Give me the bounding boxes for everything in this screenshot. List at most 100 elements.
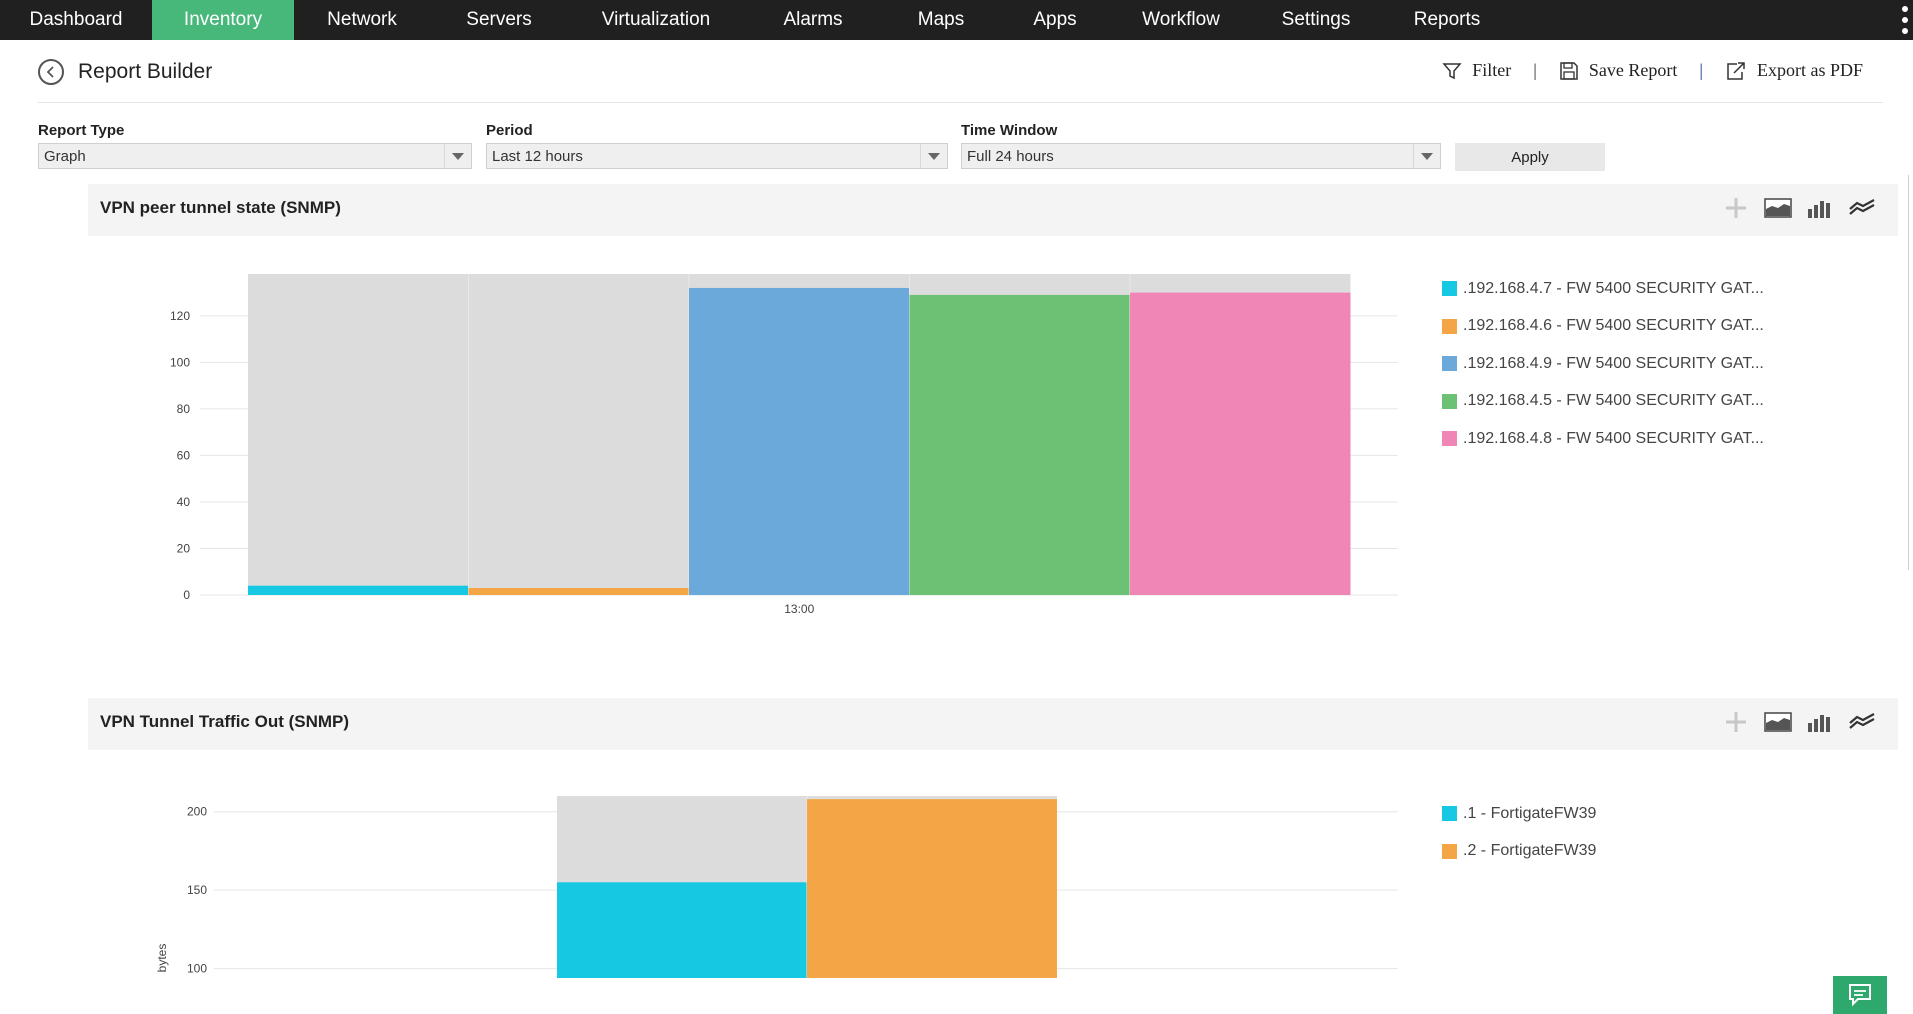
separator: |: [1699, 60, 1703, 80]
filter-button[interactable]: Filter: [1442, 60, 1511, 81]
chevron-down-icon: [920, 144, 947, 168]
header-actions: Filter | Save Report | Export as PDF: [1442, 60, 1863, 81]
chevron-left-icon: [46, 66, 54, 78]
chat-icon: [1849, 984, 1871, 1007]
filter-icon: [1442, 62, 1462, 79]
y-tick-label: 200: [187, 805, 207, 819]
bar-background: [468, 274, 689, 595]
y-tick-label: 100: [170, 355, 190, 369]
export-pdf-button[interactable]: Export as PDF: [1725, 60, 1863, 81]
save-report-label: Save Report: [1588, 60, 1678, 80]
period-value: Last 12 hours: [492, 147, 583, 165]
legend-label: .2 - FortigateFW39: [1463, 842, 1597, 860]
legend-swatch: [1442, 431, 1457, 447]
legend-swatch: [1442, 356, 1457, 372]
legend-item[interactable]: .192.168.4.8 - FW 5400 SECURITY GAT...: [1442, 420, 1764, 458]
report-type-select[interactable]: Graph: [38, 143, 472, 169]
y-tick-label: 80: [177, 402, 191, 416]
x-tick-label: 13:00: [784, 602, 814, 616]
legend-swatch: [1442, 843, 1457, 859]
time-window-label: Time Window: [961, 122, 1058, 139]
more-menu-icon[interactable]: [1901, 6, 1909, 34]
area-chart-icon[interactable]: [1764, 196, 1792, 220]
bar[interactable]: [807, 799, 1057, 978]
chevron-down-icon: [1413, 144, 1440, 168]
nav-item-network[interactable]: Network: [294, 0, 430, 40]
nav-item-servers[interactable]: Servers: [430, 0, 568, 40]
vpn-peer-tunnel-chart: 0 20 40 60 80 100 120 13:00: [170, 274, 1398, 616]
report-type-value: Graph: [44, 147, 86, 165]
add-icon[interactable]: [1722, 710, 1750, 734]
bar[interactable]: [689, 287, 910, 595]
nav-item-inventory[interactable]: Inventory: [152, 0, 294, 40]
area-chart-icon[interactable]: [1764, 710, 1792, 734]
chart-tools: [1722, 710, 1876, 734]
chart-legend: .1 - FortigateFW39 .2 - FortigateFW39: [1442, 795, 1596, 870]
scrollbar[interactable]: [1908, 175, 1909, 570]
legend-item[interactable]: .192.168.4.9 - FW 5400 SECURITY GAT...: [1442, 345, 1764, 383]
apply-button[interactable]: Apply: [1455, 143, 1605, 171]
chart-title: VPN peer tunnel state (SNMP): [100, 198, 341, 217]
legend-label: .192.168.4.7 - FW 5400 SECURITY GAT...: [1463, 279, 1764, 297]
nav-item-maps[interactable]: Maps: [882, 0, 1000, 40]
legend-label: .192.168.4.8 - FW 5400 SECURITY GAT...: [1463, 429, 1764, 447]
time-window-value: Full 24 hours: [967, 147, 1054, 165]
legend-item[interactable]: .192.168.4.6 - FW 5400 SECURITY GAT...: [1442, 308, 1764, 346]
export-pdf-label: Export as PDF: [1756, 60, 1863, 80]
legend-item[interactable]: .192.168.4.7 - FW 5400 SECURITY GAT...: [1442, 270, 1764, 308]
legend-swatch: [1442, 806, 1457, 822]
nav-item-reports[interactable]: Reports: [1380, 0, 1514, 40]
y-tick-label: 20: [177, 541, 191, 555]
nav-item-dashboard[interactable]: Dashboard: [0, 0, 152, 40]
legend-swatch: [1442, 318, 1457, 334]
nav-item-settings[interactable]: Settings: [1252, 0, 1380, 40]
legend-item[interactable]: .1 - FortigateFW39: [1442, 795, 1596, 833]
nav-item-alarms[interactable]: Alarms: [744, 0, 882, 40]
y-tick-label: 0: [183, 588, 190, 602]
y-tick-label: 150: [187, 883, 207, 897]
y-tick-label: 120: [170, 309, 190, 323]
filter-label: Filter: [1472, 60, 1512, 80]
legend-item[interactable]: .2 - FortigateFW39: [1442, 833, 1596, 871]
bar[interactable]: [1130, 292, 1351, 595]
legend-label: .192.168.4.6 - FW 5400 SECURITY GAT...: [1463, 317, 1764, 335]
legend-swatch: [1442, 281, 1457, 297]
vpn-traffic-out-chart: 100 150 200 bytes: [155, 796, 1398, 978]
nav-item-apps[interactable]: Apps: [1000, 0, 1110, 40]
bar-chart-icon[interactable]: [1806, 710, 1834, 734]
chart-title: VPN Tunnel Traffic Out (SNMP): [100, 712, 350, 731]
report-header: Report Builder Filter | Save Report | Ex…: [38, 48, 1883, 103]
add-icon[interactable]: [1722, 196, 1750, 220]
nav-item-virtualization[interactable]: Virtualization: [568, 0, 744, 40]
export-icon: [1727, 61, 1745, 80]
chart-panel-header: VPN peer tunnel state (SNMP): [88, 184, 1898, 236]
top-navigation: Dashboard Inventory Network Servers Virtuali…: [0, 0, 1913, 40]
legend-label: .192.168.4.9 - FW 5400 SECURITY GAT...: [1463, 354, 1764, 372]
chat-button[interactable]: [1833, 976, 1887, 1014]
save-report-button[interactable]: Save Report: [1559, 60, 1677, 81]
chart-legend: .192.168.4.7 - FW 5400 SECURITY GAT... .1…: [1442, 270, 1764, 458]
y-axis-label: bytes: [155, 944, 169, 973]
legend-label: .1 - FortigateFW39: [1463, 804, 1597, 822]
back-button[interactable]: [38, 59, 64, 85]
legend-item[interactable]: .192.168.4.5 - FW 5400 SECURITY GAT...: [1442, 383, 1764, 421]
legend-swatch: [1442, 393, 1457, 409]
bar[interactable]: [468, 588, 690, 595]
time-window-select[interactable]: Full 24 hours: [961, 143, 1441, 169]
chevron-down-icon: [444, 144, 471, 168]
line-chart-icon[interactable]: [1848, 710, 1876, 734]
nav-item-workflow[interactable]: Workflow: [1110, 0, 1252, 40]
separator: |: [1533, 60, 1537, 80]
bar[interactable]: [909, 294, 1131, 595]
bar[interactable]: [248, 585, 469, 595]
bar-chart-icon[interactable]: [1806, 196, 1834, 220]
period-label: Period: [486, 122, 533, 139]
line-chart-icon[interactable]: [1848, 196, 1876, 220]
bar[interactable]: [557, 882, 807, 978]
legend-label: .192.168.4.5 - FW 5400 SECURITY GAT...: [1463, 392, 1764, 410]
y-tick-label: 40: [177, 495, 191, 509]
report-type-label: Report Type: [38, 122, 125, 139]
page-title: Report Builder: [78, 60, 213, 83]
period-select[interactable]: Last 12 hours: [486, 143, 948, 169]
y-tick-label: 60: [177, 448, 191, 462]
